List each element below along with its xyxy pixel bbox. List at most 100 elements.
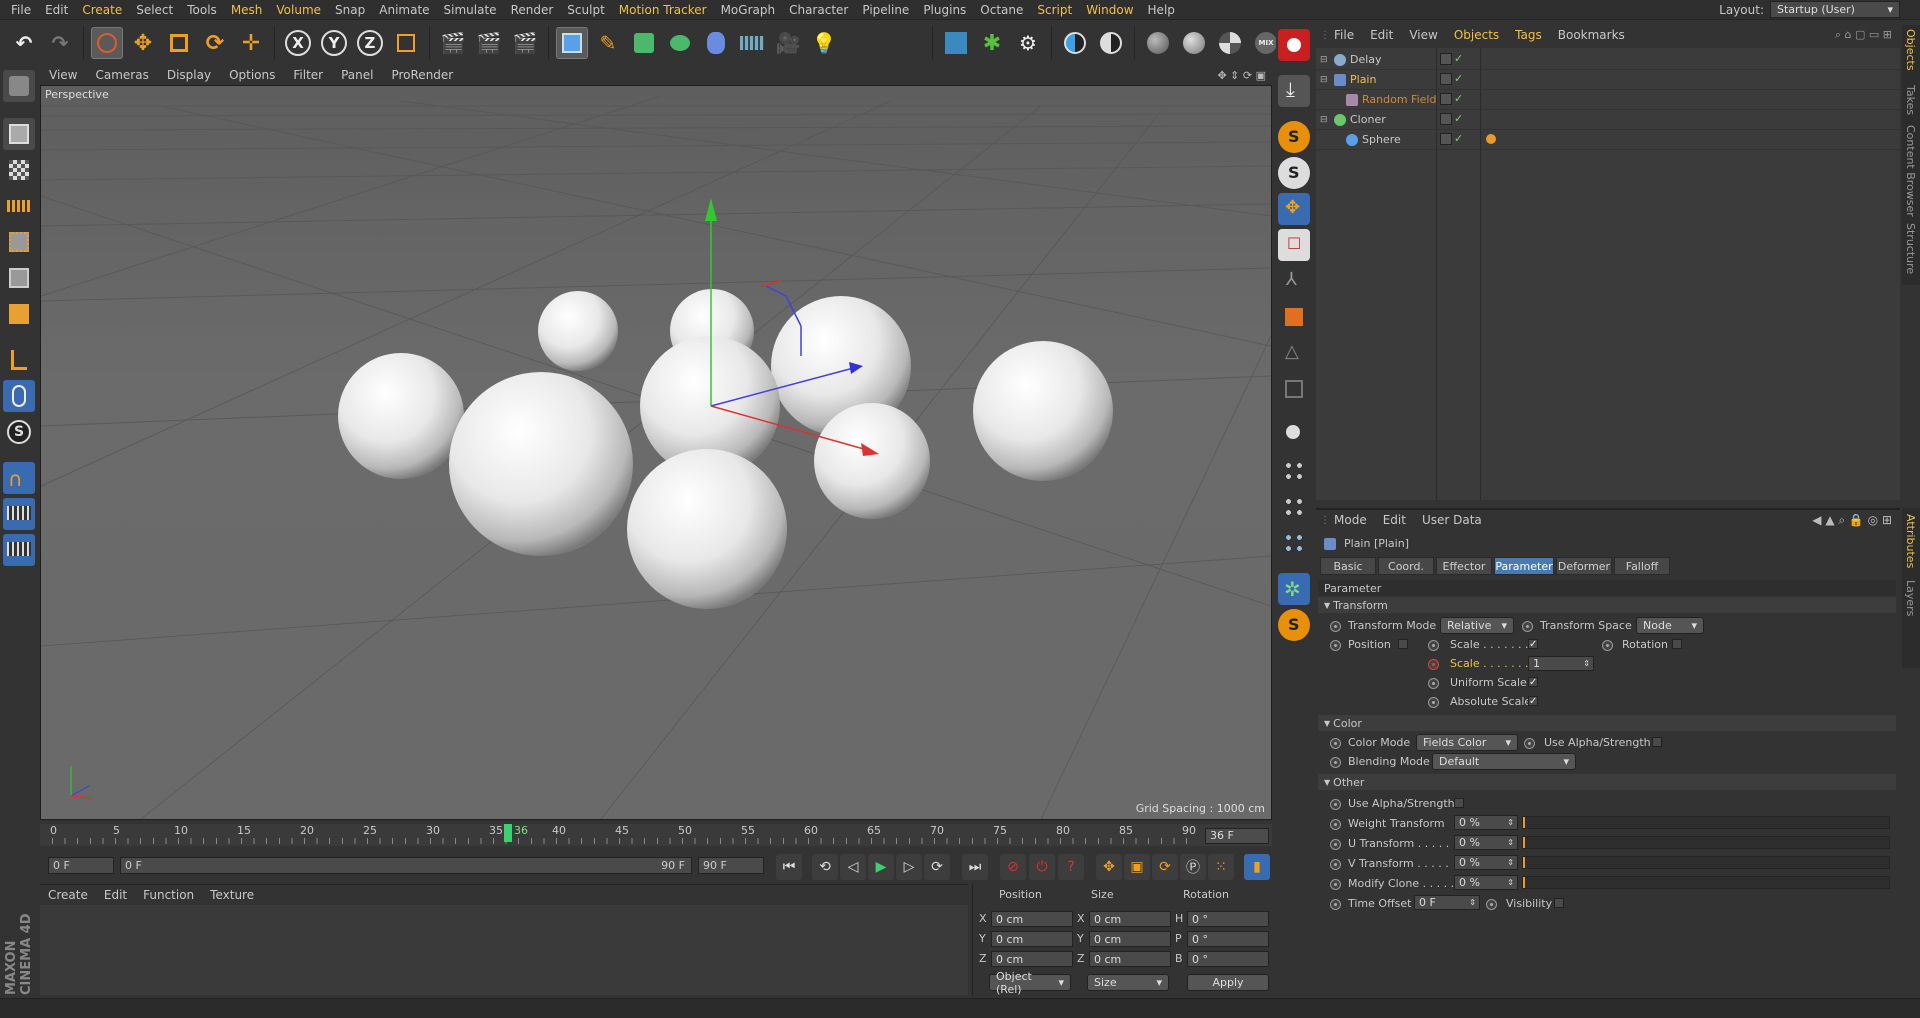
menu-mesh[interactable]: Mesh <box>224 3 270 17</box>
previous-key-button[interactable]: ⟲ <box>812 854 838 880</box>
material-menu-edit[interactable]: Edit <box>96 888 135 902</box>
transform-mode-dropdown[interactable]: Relative ▾ <box>1440 617 1514 634</box>
viewport-menu-filter[interactable]: Filter <box>284 68 332 82</box>
objects-menu-edit[interactable]: Edit <box>1362 28 1401 42</box>
viewport-menu-view[interactable]: View <box>40 68 86 82</box>
coord-size-z-field[interactable]: 0 cm <box>1089 951 1171 967</box>
scale-tool-button[interactable] <box>163 27 195 59</box>
tab-effector[interactable]: Effector <box>1436 557 1492 575</box>
coord-pos-x-field[interactable]: 0 cm <box>991 911 1073 927</box>
key-rotation-button[interactable]: ⟳ <box>1152 854 1178 880</box>
y-axis-toggle[interactable]: Y <box>318 27 350 59</box>
coord-size-y-field[interactable]: 0 cm <box>1089 931 1171 947</box>
menu-animate[interactable]: Animate <box>372 3 436 17</box>
live-selection-button[interactable] <box>91 27 123 59</box>
plugin-green-button[interactable]: ✱ <box>976 27 1008 59</box>
min-frame-field[interactable]: 0 F <box>48 857 114 874</box>
viewport-scene[interactable] <box>41 86 1271 819</box>
object-manager-icons[interactable]: ⌕ ⌂ ▢ ▭ ⊞ <box>1835 28 1892 42</box>
coord-pos-y-field[interactable]: 0 cm <box>991 931 1073 947</box>
menu-character[interactable]: Character <box>782 3 855 17</box>
timeline-ruler[interactable]: 0 5 10 15 20 25 30 35 40 45 50 55 60 65 … <box>40 824 1272 846</box>
objects-menu-objects[interactable]: Objects <box>1446 28 1507 42</box>
max-frame-field[interactable]: 90 F <box>698 857 764 874</box>
enabled-check-icon[interactable]: ✓ <box>1454 93 1463 105</box>
animate-dot[interactable] <box>1330 859 1341 870</box>
object-row-plain[interactable]: ⊟ Plain ✓ <box>1316 70 1900 90</box>
fracture-button[interactable] <box>1278 491 1310 523</box>
render-settings-button[interactable]: 🎬 <box>509 27 541 59</box>
material-menu-function[interactable]: Function <box>135 888 202 902</box>
v-transform-slider[interactable] <box>1522 856 1890 869</box>
octane-button[interactable] <box>940 27 972 59</box>
workplane-align-button[interactable] <box>3 534 35 566</box>
objects-menu-bookmarks[interactable]: Bookmarks <box>1550 28 1633 42</box>
enabled-check-icon[interactable]: ✓ <box>1454 53 1463 65</box>
viewport-menu-display[interactable]: Display <box>158 68 220 82</box>
color-section-header[interactable]: ▼ Color <box>1318 715 1896 731</box>
modify-clone-slider[interactable] <box>1522 876 1890 889</box>
model-mode-button[interactable] <box>3 118 35 150</box>
workplane-lock-button[interactable] <box>3 498 35 530</box>
viewport-menu-cameras[interactable]: Cameras <box>86 68 157 82</box>
side-tab-layers[interactable]: Layers <box>1904 580 1917 616</box>
attributes-menu-mode[interactable]: Mode <box>1326 513 1375 527</box>
move-tool-button[interactable]: ✥ <box>127 27 159 59</box>
tab-parameter[interactable]: Parameter <box>1494 557 1554 575</box>
menu-select[interactable]: Select <box>129 3 180 17</box>
menu-motion-tracker[interactable]: Motion Tracker <box>612 3 714 17</box>
attributes-menu-edit[interactable]: Edit <box>1375 513 1414 527</box>
timeline-window-button[interactable]: ▮ <box>1244 854 1270 880</box>
coord-size-dropdown[interactable]: Size ▾ <box>1087 974 1169 991</box>
object-button[interactable] <box>1278 301 1310 333</box>
polygons-mode-button[interactable] <box>3 298 35 330</box>
animate-dot-keyed[interactable] <box>1428 659 1439 670</box>
side-tab-takes[interactable]: Takes <box>1904 85 1917 115</box>
shape-button[interactable]: △ <box>1278 337 1310 369</box>
menu-help[interactable]: Help <box>1141 3 1182 17</box>
object-row-cloner[interactable]: ⊟ Cloner ✓ <box>1316 110 1900 130</box>
menu-file[interactable]: File <box>4 3 38 17</box>
coord-rot-h-field[interactable]: 0 ° <box>1187 911 1269 927</box>
frame-button[interactable] <box>1278 373 1310 405</box>
go-to-end-button[interactable]: ⏭ <box>962 854 988 880</box>
joint-button[interactable]: ⅄ <box>1278 265 1310 297</box>
blending-mode-dropdown[interactable]: Default ▾ <box>1432 753 1576 770</box>
other-use-alpha-checkbox[interactable] <box>1454 798 1464 808</box>
redo-button[interactable]: ↷ <box>44 27 76 59</box>
menu-mograph[interactable]: MoGraph <box>714 3 783 17</box>
undo-button[interactable]: ↶ <box>8 27 40 59</box>
snap-plugin-button-3[interactable]: S <box>1278 609 1310 641</box>
preview-range-slider[interactable]: 0 F 90 F <box>120 857 692 874</box>
coord-pos-z-field[interactable]: 0 cm <box>991 951 1073 967</box>
record-button[interactable] <box>1278 29 1310 61</box>
go-to-start-button[interactable]: ⏮ <box>776 854 802 880</box>
coord-rot-b-field[interactable]: 0 ° <box>1187 951 1269 967</box>
layout-select[interactable]: Startup (User) ▾ <box>1770 1 1900 18</box>
rotate-tool-button[interactable]: ⟳ <box>199 27 231 59</box>
material-manager-area[interactable] <box>40 905 968 995</box>
animate-dot[interactable] <box>1428 678 1439 689</box>
modify-clone-field[interactable]: 0 % ⇕ <box>1454 875 1518 890</box>
3d-viewport[interactable]: Perspective Grid Spacing : 1000 cm <box>40 85 1272 820</box>
animate-dot[interactable] <box>1330 839 1341 850</box>
viewport-menu-options[interactable]: Options <box>220 68 284 82</box>
scale-value-field[interactable]: 1 ⇕ <box>1528 656 1594 671</box>
animate-dot[interactable] <box>1330 879 1341 890</box>
key-pla-button[interactable]: ⁙ <box>1208 854 1234 880</box>
script-button[interactable]: ☐ <box>1278 229 1310 261</box>
material-tag-icon[interactable] <box>1486 134 1496 144</box>
axis-mode-button[interactable] <box>3 344 35 376</box>
weight-transform-field[interactable]: 0 % ⇕ <box>1454 815 1518 830</box>
download-button[interactable]: ⤓ <box>1278 75 1310 107</box>
enabled-check-icon[interactable]: ✓ <box>1454 113 1463 125</box>
tab-falloff[interactable]: Falloff <box>1614 557 1670 575</box>
snap-plugin-button-1[interactable]: S <box>1278 121 1310 153</box>
deformer-button[interactable] <box>700 27 732 59</box>
material-sphere-button[interactable] <box>1142 27 1174 59</box>
animate-dot[interactable] <box>1522 621 1533 632</box>
menu-create[interactable]: Create <box>75 3 129 17</box>
material-menu-create[interactable]: Create <box>40 888 96 902</box>
menu-volume[interactable]: Volume <box>269 3 328 17</box>
viewport-menu-prorender[interactable]: ProRender <box>382 68 462 82</box>
